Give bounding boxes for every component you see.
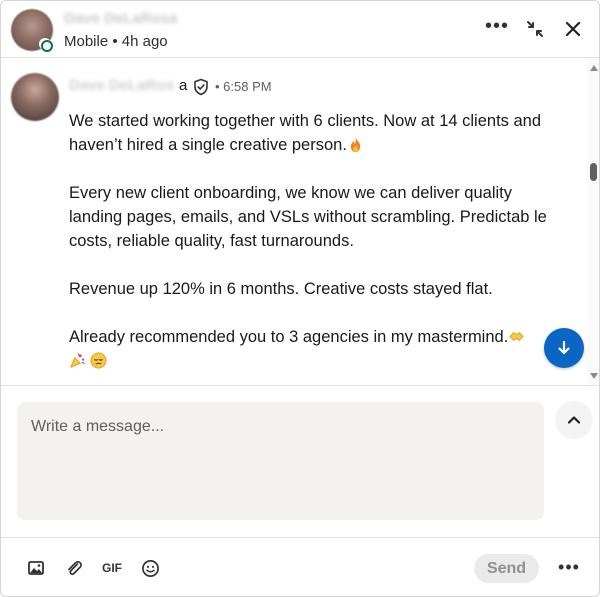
messaging-window: Dave DeLaRosa Mobile • 4h ago ••• Dave D…: [0, 0, 600, 597]
chevron-up-icon: [567, 416, 581, 424]
smiley-icon: [141, 559, 159, 577]
gif-button[interactable]: GIF: [100, 556, 124, 580]
minimize-icon[interactable]: [521, 15, 549, 43]
image-icon: [28, 561, 44, 575]
mobile-presence-indicator: [39, 38, 53, 52]
message-paragraph: We started working together with 6 clien…: [69, 109, 569, 157]
message-text: Revenue up 120% in 6 months. Creative co…: [69, 280, 493, 298]
celebration-emoji-icon: [70, 353, 85, 368]
message-timestamp: • 6:58 PM: [215, 79, 272, 94]
sender-name[interactable]: Dave DeLaRos: [69, 77, 174, 94]
contact-name[interactable]: Dave DeLaRosa: [64, 10, 177, 27]
attach-image-button[interactable]: [24, 556, 48, 580]
handshake-emoji-icon: [509, 332, 525, 341]
message-text: Every new client onboarding, we know we …: [69, 184, 547, 250]
fire-emoji-icon: [350, 136, 361, 153]
attach-file-button[interactable]: [62, 556, 86, 580]
compose-divider: [1, 385, 599, 386]
emoji-picker-button[interactable]: [138, 556, 162, 580]
message-text: Already recommended you to 3 agencies in…: [69, 328, 509, 346]
message-input[interactable]: [31, 418, 531, 436]
conversation-header: Dave DeLaRosa Mobile • 4h ago •••: [1, 1, 599, 58]
paperclip-icon: [68, 561, 82, 575]
message-paragraph: Revenue up 120% in 6 months. Creative co…: [69, 277, 569, 301]
close-icon[interactable]: [559, 15, 587, 43]
send-button[interactable]: Send: [474, 554, 539, 583]
message-paragraph: Already recommended you to 3 agencies in…: [69, 325, 569, 373]
compose-more-options-icon[interactable]: •••: [557, 555, 581, 579]
message-body: We started working together with 6 clien…: [69, 109, 569, 373]
more-options-icon[interactable]: •••: [483, 12, 511, 40]
scrollbar-thumb[interactable]: [590, 163, 597, 181]
relieved-face-emoji-icon: [90, 352, 107, 369]
expand-compose-button[interactable]: [555, 401, 593, 439]
scroll-down-arrow-icon[interactable]: [590, 373, 598, 379]
arrow-down-icon: [558, 340, 570, 355]
message-text: We started working together with 6 clien…: [69, 112, 542, 154]
sender-avatar[interactable]: [11, 73, 59, 121]
jump-to-latest-button[interactable]: [544, 328, 584, 368]
toolbar-divider: [1, 537, 599, 538]
scroll-up-arrow-icon[interactable]: [590, 65, 598, 71]
contact-status: Mobile • 4h ago: [64, 33, 168, 50]
message-list: Dave DeLaRos a • 6:58 PM We started work…: [1, 59, 587, 385]
verified-shield-icon: [194, 78, 208, 96]
compose-box[interactable]: [17, 402, 544, 520]
message-paragraph: Every new client onboarding, we know we …: [69, 181, 569, 253]
sender-name-tail[interactable]: a: [179, 77, 187, 94]
message-scrollbar[interactable]: [587, 59, 599, 385]
